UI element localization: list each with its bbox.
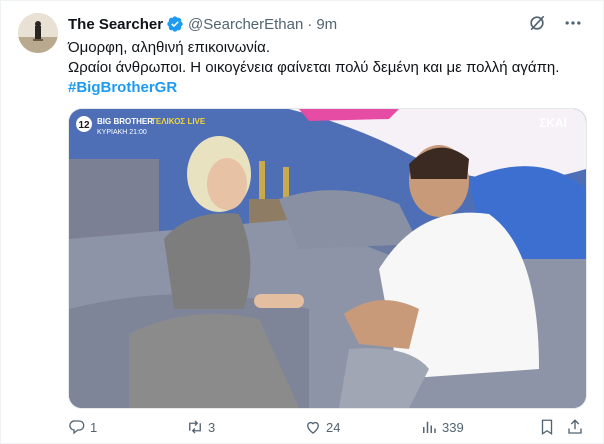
views-icon bbox=[423, 421, 436, 433]
bookmark-icon bbox=[541, 419, 553, 436]
views-button[interactable]: 339 bbox=[420, 418, 464, 436]
show-subtitle: ΤΕΛΙΚΟΣ LIVE bbox=[151, 117, 206, 126]
tweet-text-line-2: Ωραίοι άνθρωποι. Η οικογένεια φαίνεται π… bbox=[68, 59, 560, 76]
share-button[interactable] bbox=[566, 418, 584, 436]
tweet-text-line-1: Όμορφη, αληθινή επικοινωνία. bbox=[68, 39, 270, 56]
timestamp[interactable]: 9m bbox=[316, 16, 337, 33]
like-button[interactable]: 24 bbox=[304, 418, 340, 436]
views-count: 339 bbox=[442, 419, 464, 435]
separator-dot: · bbox=[307, 15, 313, 33]
tweet-media-image[interactable]: 12 BIG BROTHER ΤΕΛΙΚΟΣ LIVE ΚΥΡΙΑΚΗ 21:0… bbox=[68, 108, 587, 409]
channel-number: 12 bbox=[78, 120, 90, 131]
more-icon[interactable] bbox=[563, 13, 583, 33]
retweet-icon bbox=[189, 420, 201, 434]
hashtag-link[interactable]: #BigBrotherGR bbox=[68, 78, 559, 98]
author-name[interactable]: The Searcher bbox=[68, 16, 163, 33]
tweet-text: Όμορφη, αληθινή επικοινωνία. Ωραίοι άνθρ… bbox=[68, 38, 559, 98]
bookmark-button[interactable] bbox=[538, 418, 556, 436]
share-icon bbox=[568, 419, 582, 434]
author-handle[interactable]: @SearcherEthan bbox=[188, 16, 303, 33]
avatar[interactable] bbox=[18, 13, 58, 53]
tweet-header: The Searcher @SearcherEthan · 9m bbox=[68, 13, 583, 35]
show-title: BIG BROTHER bbox=[97, 117, 153, 126]
verified-badge-icon bbox=[166, 15, 184, 33]
retweet-count: 3 bbox=[208, 419, 216, 435]
action-bar: 1 3 24 339 bbox=[68, 418, 583, 440]
reply-count: 1 bbox=[90, 419, 98, 435]
reply-icon bbox=[69, 420, 85, 435]
like-count: 24 bbox=[326, 419, 341, 435]
tweet-card[interactable]: The Searcher @SearcherEthan · 9m Όμορφη,… bbox=[0, 0, 604, 444]
network-logo: ΣΚΑΪ bbox=[539, 115, 568, 130]
heart-icon bbox=[307, 421, 319, 434]
reply-button[interactable]: 1 bbox=[68, 418, 97, 436]
grok-icon[interactable] bbox=[527, 13, 547, 33]
show-schedule: ΚΥΡΙΑΚΗ 21:00 bbox=[97, 129, 147, 136]
retweet-button[interactable]: 3 bbox=[186, 418, 215, 436]
